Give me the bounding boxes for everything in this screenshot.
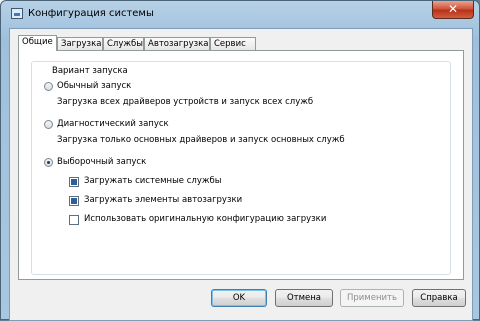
use-original-boot-config-checkbox[interactable] [69, 215, 79, 225]
diagnostic-startup-description: Загрузка только основных драйверов и зап… [57, 135, 345, 145]
apply-button[interactable]: Применить [340, 289, 404, 307]
dialog-client-area: Общие Загрузка Службы Автозагрузка Серви… [9, 28, 473, 321]
msconfig-icon [11, 8, 23, 19]
selective-startup-radio[interactable] [44, 158, 53, 167]
normal-startup-description: Загрузка всех драйверов устройств и запу… [57, 97, 314, 107]
diagnostic-startup-label[interactable]: Диагностический запуск [57, 119, 169, 129]
diagnostic-startup-radio[interactable] [44, 120, 53, 129]
help-button[interactable]: Справка [412, 289, 466, 307]
load-system-services-checkbox[interactable] [69, 177, 79, 187]
window-title: Конфигурация системы [28, 8, 154, 19]
title-bar[interactable]: Конфигурация системы ✕ [1, 1, 479, 27]
close-button[interactable]: ✕ [432, 1, 474, 19]
load-startup-items-checkbox[interactable] [69, 196, 79, 206]
tab-services[interactable]: Службы [103, 37, 144, 50]
use-original-boot-config-label[interactable]: Использовать оригинальную конфигурацию з… [84, 214, 326, 224]
system-configuration-window: Конфигурация системы ✕ Общие Загрузка Сл… [0, 0, 480, 321]
tab-boot[interactable]: Загрузка [57, 37, 103, 50]
close-icon: ✕ [447, 2, 459, 16]
normal-startup-label[interactable]: Обычный запуск [57, 81, 131, 91]
group-title: Вариант запуска [50, 66, 130, 76]
startup-selection-group: Вариант запуска Обычный запуск Загрузка … [31, 61, 451, 275]
tab-startup[interactable]: Автозагрузка [144, 37, 210, 50]
ok-button[interactable]: OK [211, 289, 267, 307]
tab-tools[interactable]: Сервис [210, 37, 256, 50]
load-system-services-label[interactable]: Загружать системные службы [84, 176, 222, 186]
cancel-button[interactable]: Отмена [275, 289, 333, 307]
normal-startup-radio[interactable] [44, 82, 53, 91]
general-tab-panel: Вариант запуска Обычный запуск Загрузка … [18, 50, 464, 280]
load-startup-items-label[interactable]: Загружать элементы автозагрузки [84, 195, 242, 205]
selective-startup-label[interactable]: Выборочный запуск [57, 157, 146, 167]
tab-general[interactable]: Общие [18, 35, 57, 51]
